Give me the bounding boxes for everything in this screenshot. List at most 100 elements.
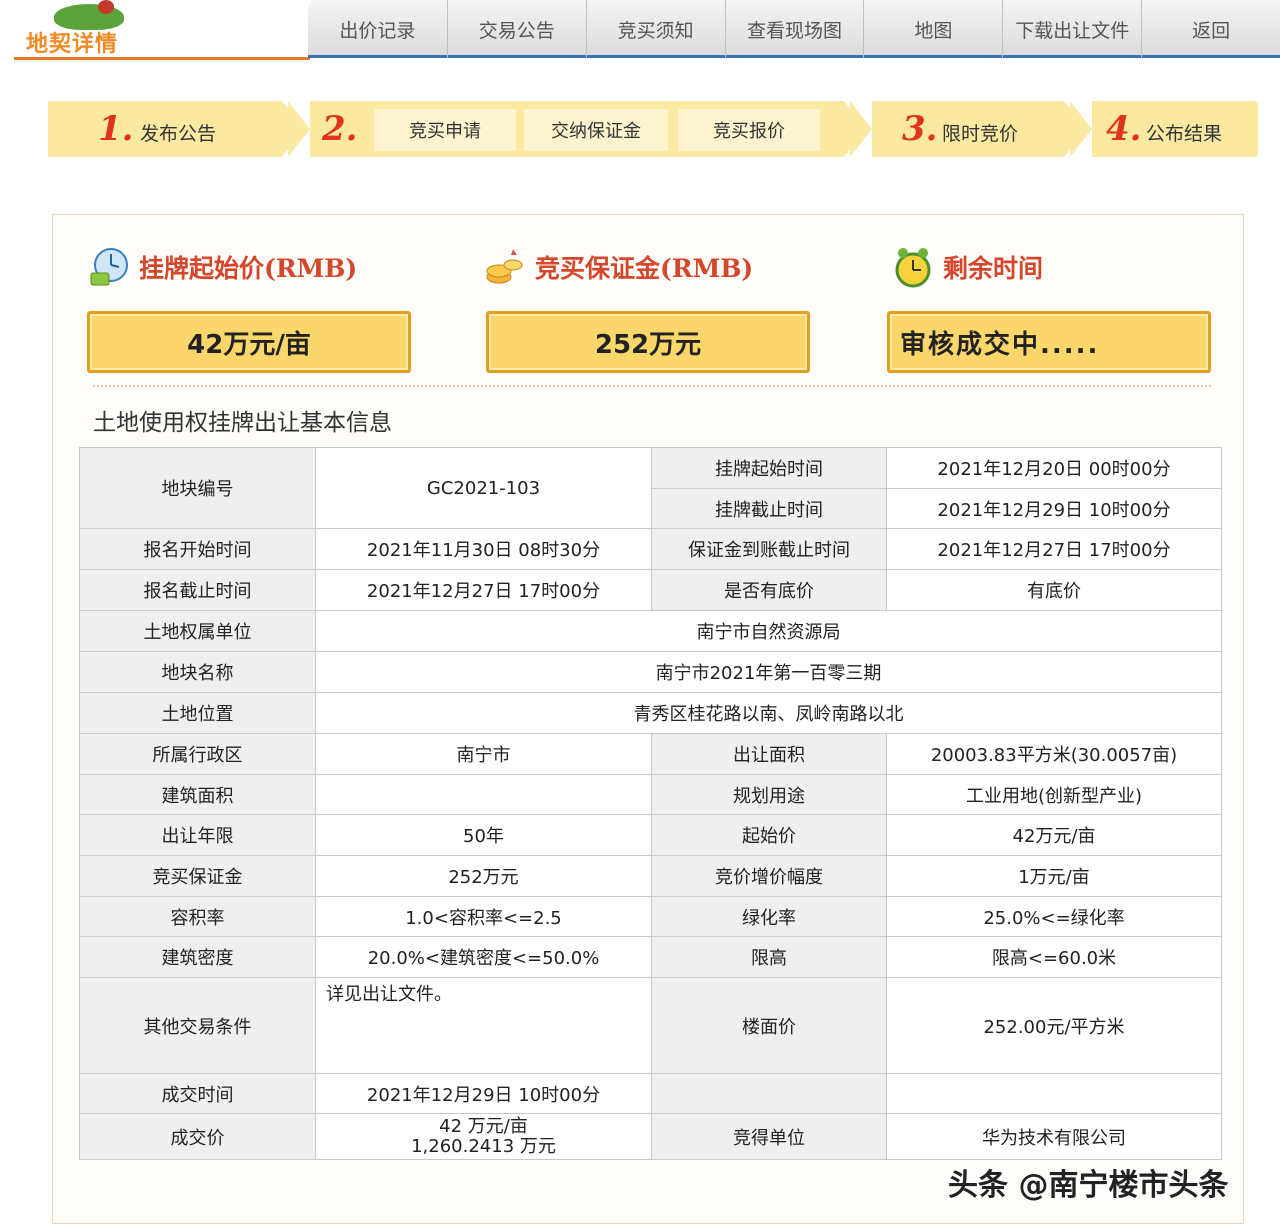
winner-label: 竞得单位 <box>651 1113 887 1160</box>
parcel-no-value: GC2021-103 <box>315 447 652 529</box>
area-value: 20003.83平方米(30.0057亩) <box>886 733 1222 775</box>
reg-start-label: 报名开始时间 <box>79 528 316 570</box>
nav-site-photos[interactable]: 查看现场图 <box>724 0 864 58</box>
empty-value <box>886 1073 1222 1114</box>
land-info-table: 地块编号 GC2021-103 挂牌起始时间 2021年12月20日 00时00… <box>79 447 1222 1160</box>
nav-trade-notice[interactable]: 交易公告 <box>446 0 586 58</box>
table-row: 容积率 1.0<容积率<=2.5 绿化率 25.0%<=绿化率 <box>79 896 1222 937</box>
table-row: 其他交易条件 详见出让文件。 楼面价 252.00元/平方米 <box>79 977 1222 1074</box>
location-value: 青秀区桂花路以南、凤岭南路以北 <box>315 692 1222 734</box>
info-section-title: 土地使用权挂牌出让基本信息 <box>93 410 392 436</box>
table-row: 建筑面积 规划用途 工业用地(创新型产业) <box>79 774 1222 815</box>
use-value: 工业用地(创新型产业) <box>886 774 1222 815</box>
deal-price-value: 42 万元/亩 1,260.2413 万元 <box>315 1113 652 1160</box>
deal-time-value: 2021年12月29日 10时00分 <box>315 1073 652 1114</box>
start-price-header: 挂牌起始价(RMB) <box>87 237 357 297</box>
step-4-number: 4. <box>1106 109 1142 149</box>
far-value: 1.0<容积率<=2.5 <box>315 896 652 937</box>
table-row: 成交价 42 万元/亩 1,260.2413 万元 竞得单位 华为技术有限公司 <box>79 1113 1222 1160</box>
nav-map[interactable]: 地图 <box>863 0 1002 58</box>
nav-bid-records[interactable]: 出价记录 <box>308 0 447 58</box>
progress-steps: 1. 发布公告 2. 竞买申请 交纳保证金 竞买报价 3. 限时竞价 4. 公布… <box>48 101 1258 157</box>
remaining-value: 审核成交中..... <box>887 311 1211 373</box>
build-area-value <box>315 774 652 815</box>
deposit-header: 竞买保证金(RMB) <box>483 237 753 297</box>
deposit-deadline-value: 2021年12月27日 17时00分 <box>886 528 1222 570</box>
area-label: 出让面积 <box>651 733 887 775</box>
alarm-clock-icon <box>891 245 935 289</box>
reg-end-value: 2021年12月27日 17时00分 <box>315 569 652 611</box>
table-row: 报名开始时间 2021年11月30日 08时30分 保证金到账截止时间 2021… <box>79 528 1222 570</box>
divider <box>93 385 1211 387</box>
build-area-label: 建筑面积 <box>79 774 316 815</box>
deal-price-total: 1,260.2413 万元 <box>411 1135 556 1157</box>
density-value: 20.0%<建筑密度<=50.0% <box>315 936 652 978</box>
table-row: 报名截止时间 2021年12月27日 17时00分 是否有底价 有底价 <box>79 569 1222 611</box>
nav-back[interactable]: 返回 <box>1141 0 1280 58</box>
step-3-label: 限时竞价 <box>942 123 1019 145</box>
table-row: 出让年限 50年 起始价 42万元/亩 <box>79 814 1222 856</box>
district-value: 南宁市 <box>315 733 652 775</box>
nav-download-documents[interactable]: 下载出让文件 <box>1002 0 1141 58</box>
logo[interactable]: 地契详情 <box>14 0 310 60</box>
empty-label <box>651 1073 887 1114</box>
table-row: 地块编号 GC2021-103 挂牌起始时间 2021年12月20日 00时00… <box>79 447 1222 529</box>
list-start-label: 挂牌起始时间 <box>651 447 887 489</box>
reg-end-label: 报名截止时间 <box>79 569 316 611</box>
table-row: 建筑密度 20.0%<建筑密度<=50.0% 限高 限高<=60.0米 <box>79 936 1222 978</box>
table-row: 成交时间 2021年12月29日 10时00分 <box>79 1073 1222 1114</box>
auction-panel: 挂牌起始价(RMB) 竞买保证金(RMB) 剩余时间 42万元/亩 252万元 … <box>52 214 1244 1224</box>
parcel-name-value: 南宁市2021年第一百零三期 <box>315 651 1222 693</box>
list-start-value: 2021年12月20日 00时00分 <box>886 447 1222 489</box>
far-label: 容积率 <box>79 896 316 937</box>
density-label: 建筑密度 <box>79 936 316 978</box>
deal-price-label: 成交价 <box>79 1113 316 1160</box>
table-row: 竞买保证金 252万元 竞价增价幅度 1万元/亩 <box>79 855 1222 897</box>
parcel-no-label: 地块编号 <box>79 447 316 529</box>
nav-bidding-rules[interactable]: 竞买须知 <box>585 0 725 58</box>
deal-time-label: 成交时间 <box>79 1073 316 1114</box>
watermark: 头条 @南宁楼市头条 <box>948 1168 1229 1203</box>
substep-quote: 竞买报价 <box>678 109 820 151</box>
other-value: 详见出让文件。 <box>315 977 652 1074</box>
list-end-value: 2021年12月29日 10时00分 <box>886 488 1222 529</box>
logo-text: 地契详情 <box>26 31 119 57</box>
other-label: 其他交易条件 <box>79 977 316 1074</box>
start-price-label: 起始价 <box>651 814 887 856</box>
parcel-name-label: 地块名称 <box>79 651 316 693</box>
clock-money-icon <box>87 245 131 289</box>
use-label: 规划用途 <box>651 774 887 815</box>
table-row: 土地权属单位 南宁市自然资源局 <box>79 610 1222 652</box>
table-row: 土地位置 青秀区桂花路以南、凤岭南路以北 <box>79 692 1222 734</box>
term-value: 50年 <box>315 814 652 856</box>
increment-value: 1万元/亩 <box>886 855 1222 897</box>
owner-label: 土地权属单位 <box>79 610 316 652</box>
reserve-label: 是否有底价 <box>651 569 887 611</box>
table-row: 所属行政区 南宁市 出让面积 20003.83平方米(30.0057亩) <box>79 733 1222 775</box>
coins-icon <box>483 245 527 289</box>
term-label: 出让年限 <box>79 814 316 856</box>
top-nav: 出价记录 交易公告 竞买须知 查看现场图 地图 下载出让文件 返回 <box>308 0 1280 58</box>
step-2-number: 2. <box>322 109 358 149</box>
step-4-notch <box>1070 101 1092 157</box>
green-label: 绿化率 <box>651 896 887 937</box>
deposit-title: 竞买保证金(RMB) <box>535 254 754 283</box>
step-3-notch <box>850 101 872 157</box>
substep-pay-deposit: 交纳保证金 <box>524 109 668 151</box>
deposit-deadline-label: 保证金到账截止时间 <box>651 528 887 570</box>
height-label: 限高 <box>651 936 887 978</box>
step-4-label: 公布结果 <box>1146 123 1223 145</box>
reg-start-value: 2021年11月30日 08时30分 <box>315 528 652 570</box>
step-1-label: 发布公告 <box>140 123 217 145</box>
floor-price-value: 252.00元/平方米 <box>886 977 1222 1074</box>
increment-label: 竞价增价幅度 <box>651 855 887 897</box>
step-3-number: 3. <box>902 109 938 149</box>
remaining-header: 剩余时间 <box>891 237 1043 297</box>
deposit-cell: 252万元 <box>315 855 652 897</box>
list-end-label: 挂牌截止时间 <box>651 488 887 529</box>
floor-price-label: 楼面价 <box>651 977 887 1074</box>
remaining-title: 剩余时间 <box>943 254 1044 283</box>
step-2-notch <box>288 101 310 157</box>
step-1-number: 1. <box>98 109 134 149</box>
district-label: 所属行政区 <box>79 733 316 775</box>
